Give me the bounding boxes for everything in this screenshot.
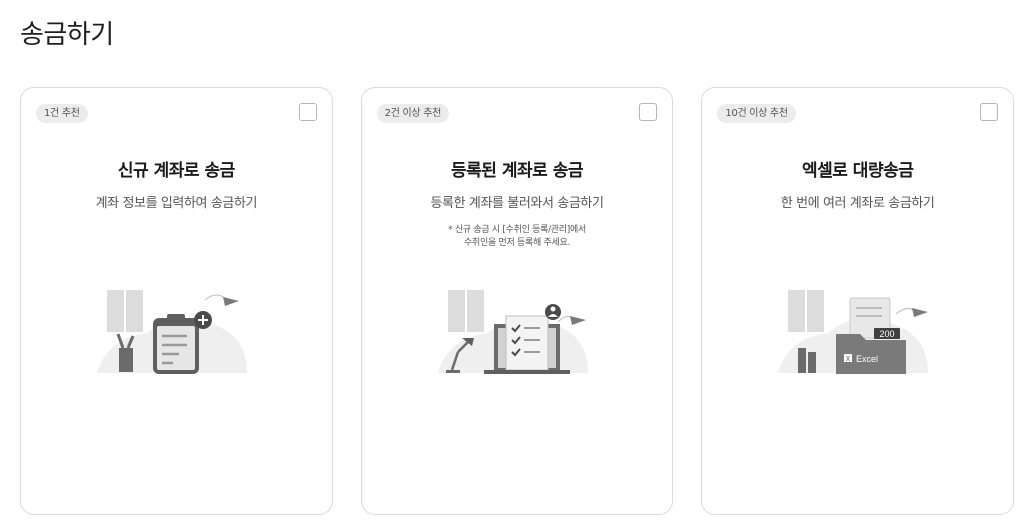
card-title: 엑셀로 대량송금 bbox=[801, 161, 914, 181]
svg-text:X: X bbox=[846, 356, 851, 363]
select-checkbox[interactable] bbox=[298, 103, 317, 121]
card-new-account-transfer[interactable]: 1건 추천 신규 계좌로 송금 계좌 정보를 입력하여 송금하기 bbox=[20, 87, 333, 515]
recommend-badge: 2건 이상 추천 bbox=[376, 104, 449, 123]
excel-folder-icon: 200 X Excel bbox=[778, 290, 929, 374]
page-title: 송금하기 bbox=[20, 20, 114, 50]
laptop-checklist-icon bbox=[437, 290, 588, 374]
card-registered-account-transfer[interactable]: 2건 이상 추천 등록된 계좌로 송금 등록한 계좌를 불러와서 송금하기 * … bbox=[360, 87, 674, 515]
card-note-line1: * 신규 송금 시 [수취인 등록/관리]에서 bbox=[448, 225, 586, 235]
transfer-options: 1건 추천 신규 계좌로 송금 계좌 정보를 입력하여 송금하기 2건 이상 추… bbox=[20, 87, 1015, 515]
count-label: 200 bbox=[880, 329, 895, 339]
clipboard-add-icon bbox=[97, 290, 247, 374]
card-description: 등록한 계좌를 불러와서 송금하기 bbox=[430, 196, 604, 211]
recommend-badge: 1건 추천 bbox=[36, 104, 88, 123]
card-note: * 신규 송금 시 [수취인 등록/관리]에서 수취인을 먼저 등록해 주세요. bbox=[362, 224, 673, 250]
card-excel-bulk-transfer[interactable]: 10건 이상 추천 엑셀로 대량송금 한 번에 여러 계좌로 송금하기 200 bbox=[701, 87, 1015, 515]
excel-label: Excel bbox=[856, 354, 878, 364]
select-checkbox[interactable] bbox=[980, 103, 999, 121]
transfer-page: 송금하기 1건 추천 신규 계좌로 송금 계좌 정보를 입력하여 송금하기 2건… bbox=[0, 0, 1024, 525]
card-title: 등록된 계좌로 송금 bbox=[451, 161, 583, 181]
card-description: 계좌 정보를 입력하여 송금하기 bbox=[95, 196, 258, 211]
card-note-line2: 수취인을 먼저 등록해 주세요. bbox=[464, 238, 571, 248]
recommend-badge: 10건 이상 추천 bbox=[717, 104, 796, 123]
select-checkbox[interactable] bbox=[639, 103, 658, 121]
card-description: 한 번에 여러 계좌로 송금하기 bbox=[780, 196, 935, 211]
card-title: 신규 계좌로 송금 bbox=[117, 161, 235, 181]
